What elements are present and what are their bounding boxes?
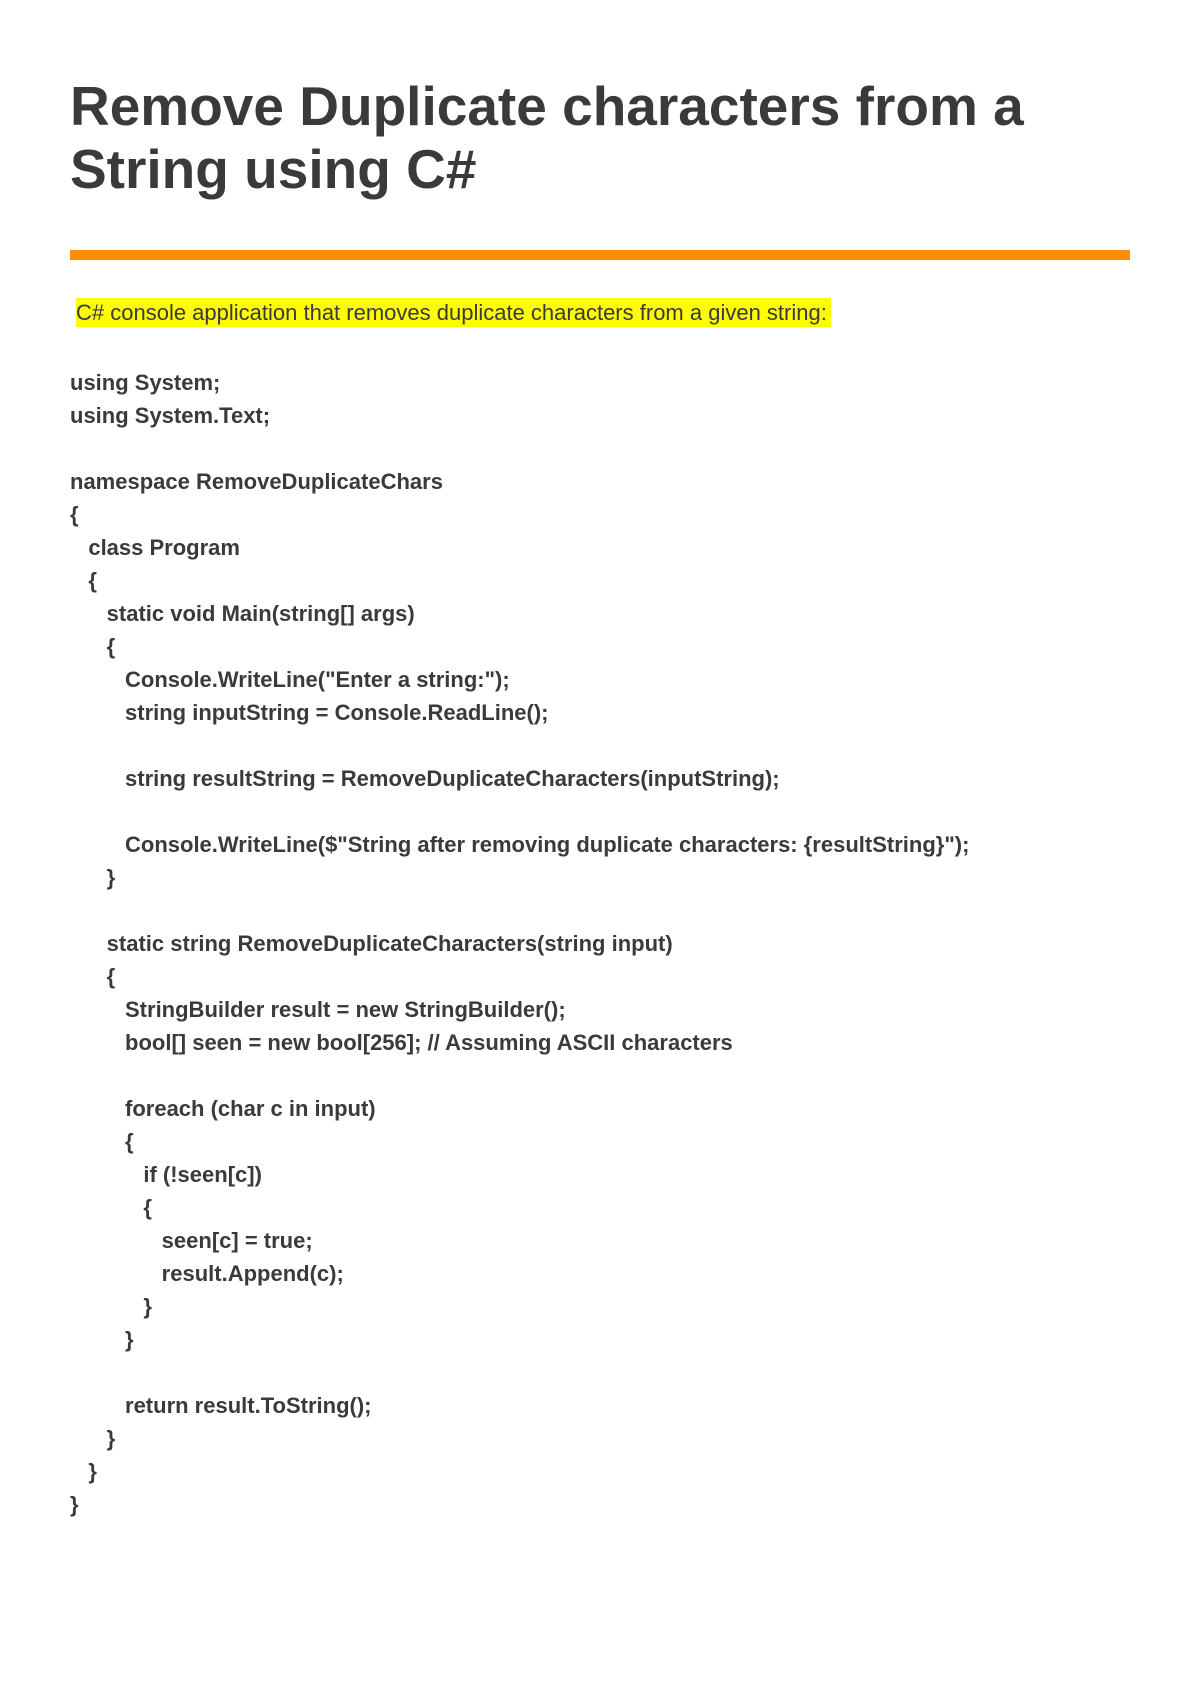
intro-text: C# console application that removes dupl…	[76, 298, 831, 327]
code-block: using System; using System.Text; namespa…	[70, 366, 1130, 1521]
divider	[70, 250, 1130, 260]
intro-wrapper: C# console application that removes dupl…	[70, 300, 1130, 326]
page-title: Remove Duplicate characters from a Strin…	[70, 75, 1130, 202]
